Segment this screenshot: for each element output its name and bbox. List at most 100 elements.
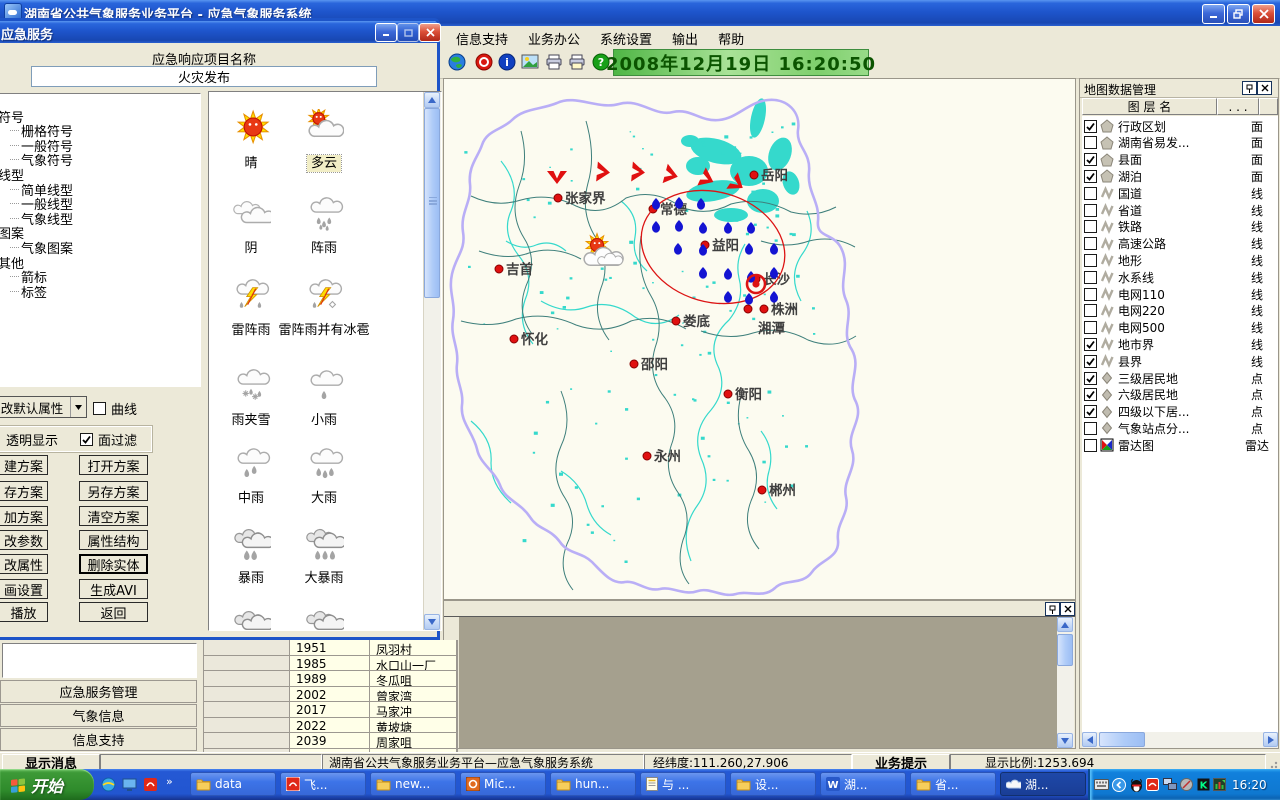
layers-header-dots[interactable]: . . . <box>1217 98 1259 115</box>
layer-row-5[interactable]: 省道线 <box>1082 202 1278 218</box>
dialog-button-right-0[interactable]: 打开方案 <box>79 455 148 475</box>
dialog-button-right-3[interactable]: 属性结构 <box>79 530 148 550</box>
layer-row-14[interactable]: 县界线 <box>1082 353 1278 369</box>
weather-icon-cloud-shower[interactable] <box>304 194 344 232</box>
dialog-button-left-6[interactable]: 播放 <box>0 602 48 622</box>
layer-checkbox[interactable] <box>1084 220 1097 233</box>
dialog-button-left-2[interactable]: 加方案 <box>0 506 48 526</box>
weather-icon-cloud-storm-heavy[interactable] <box>304 606 344 631</box>
symbol-tree[interactable]: 符号栅格符号一般符号气象符号线型简单线型一般线型气象线型图案气象图案其他箭标标签 <box>0 93 201 387</box>
menu-item-1[interactable]: 业务办公 <box>518 26 590 46</box>
placed-weather-icon[interactable] <box>584 234 623 266</box>
task-button-3[interactable]: Mic... <box>460 772 546 796</box>
overflow-chevron-icon[interactable]: » <box>166 775 173 788</box>
weather-item-label[interactable]: 晴 <box>236 155 266 172</box>
rain-symbol[interactable] <box>675 197 683 209</box>
globe-icon[interactable] <box>446 51 468 73</box>
layer-checkbox[interactable] <box>1084 439 1097 452</box>
scroll-up-icon[interactable] <box>424 92 440 108</box>
dialog-close-button[interactable] <box>419 23 441 42</box>
dialog-button-right-5[interactable]: 生成AVI <box>79 579 148 599</box>
scroll-down-icon[interactable] <box>1057 733 1073 748</box>
layer-checkbox[interactable] <box>1084 405 1097 418</box>
rain-symbol[interactable] <box>675 220 683 232</box>
layer-checkbox[interactable] <box>1084 388 1097 401</box>
station-table[interactable]: 1951凤羽村1985水口山一厂1989冬瓜咀2002曾家湾2017马家冲202… <box>203 640 458 752</box>
table-row[interactable]: 1989冬瓜咀 <box>204 671 457 687</box>
layer-row-16[interactable]: 六级居民地点 <box>1082 387 1278 403</box>
map-window[interactable]: 张家界岳阳常德益阳长沙吉首娄底株洲湘潭怀化邵阳衡阳永州郴州 <box>443 78 1076 600</box>
menu-item-3[interactable]: 输出 <box>662 26 708 46</box>
layer-checkbox[interactable] <box>1084 187 1097 200</box>
layer-row-1[interactable]: 湖南省易发...面 <box>1082 135 1278 151</box>
dialog-button-right-2[interactable]: 清空方案 <box>79 506 148 526</box>
fetion-icon[interactable] <box>142 776 159 793</box>
layer-row-2[interactable]: 县面面 <box>1082 152 1278 168</box>
layer-checkbox[interactable] <box>1084 237 1097 250</box>
task-button-8[interactable]: 省... <box>910 772 996 796</box>
task-button-6[interactable]: 设... <box>730 772 816 796</box>
task-button-4[interactable]: hun... <box>550 772 636 796</box>
image-icon[interactable] <box>519 51 541 73</box>
checkbox-box[interactable] <box>93 402 106 415</box>
chart-icon[interactable] <box>1213 778 1226 791</box>
layer-row-8[interactable]: 地形线 <box>1082 252 1278 268</box>
rain-symbol[interactable] <box>652 198 660 210</box>
business-tip-button[interactable]: 业务提示 <box>852 754 950 770</box>
layer-checkbox[interactable] <box>1084 254 1097 267</box>
weather-item-label[interactable]: 大雨 <box>307 490 341 507</box>
layer-row-13[interactable]: 地市界线 <box>1082 336 1278 352</box>
layers-header-extra[interactable] <box>1259 98 1278 115</box>
task-button-0[interactable]: data <box>190 772 276 796</box>
weather-scrollbar[interactable] <box>423 92 441 630</box>
rain-symbol[interactable] <box>652 221 660 233</box>
table-row[interactable]: 2039周家咀 <box>204 733 457 749</box>
ie-icon[interactable] <box>100 776 117 793</box>
mute-icon[interactable] <box>1180 778 1193 791</box>
scroll-up-icon[interactable] <box>1057 617 1073 632</box>
layers-h-scrollbar[interactable] <box>1082 732 1278 748</box>
dialog-button-right-4[interactable]: 删除实体 <box>79 554 148 574</box>
bottom-panel-scrollbar[interactable] <box>1057 617 1074 748</box>
layer-row-11[interactable]: 电网220线 <box>1082 303 1278 319</box>
layer-checkbox[interactable] <box>1084 338 1097 351</box>
layer-row-15[interactable]: 三级居民地点 <box>1082 370 1278 386</box>
weather-icon-sun[interactable] <box>231 109 271 147</box>
dialog-button-left-3[interactable]: 改参数 <box>0 530 48 550</box>
layer-checkbox[interactable] <box>1084 355 1097 368</box>
close-button[interactable] <box>1252 4 1275 24</box>
rain-symbol[interactable] <box>699 267 707 279</box>
map-canvas[interactable]: 张家界岳阳常德益阳长沙吉首娄底株洲湘潭怀化邵阳衡阳永州郴州 <box>444 79 1075 599</box>
close-icon[interactable] <box>1257 81 1272 95</box>
scroll-left-icon[interactable] <box>1082 732 1097 747</box>
table-row[interactable]: 2022黄坡塘 <box>204 718 457 734</box>
layer-checkbox[interactable] <box>1084 422 1097 435</box>
fetion-icon[interactable] <box>1146 778 1159 791</box>
layer-row-18[interactable]: 气象站点分...点 <box>1082 420 1278 436</box>
layers-header-name[interactable]: 图 层 名 <box>1082 98 1217 115</box>
rain-symbol[interactable] <box>724 291 732 303</box>
task-button-2[interactable]: new... <box>370 772 456 796</box>
show-message-button[interactable]: 显示消息 <box>2 754 100 770</box>
layer-checkbox[interactable] <box>1084 170 1097 183</box>
layer-row-9[interactable]: 水系线线 <box>1082 269 1278 285</box>
table-row[interactable]: 1951凤羽村 <box>204 640 457 656</box>
curve-checkbox[interactable]: 曲线 <box>93 399 137 418</box>
task-button-9[interactable]: 湖... <box>1000 772 1086 796</box>
left-panel-button-2[interactable]: 信息支持 <box>0 728 197 751</box>
weather-item-label[interactable]: 大暴雨 <box>301 570 348 587</box>
scroll-thumb[interactable] <box>424 108 440 298</box>
wind-arrow-symbol[interactable] <box>631 162 646 183</box>
table-row[interactable]: 2002曾家湾 <box>204 687 457 703</box>
wind-arrow-symbol[interactable] <box>663 164 681 187</box>
scroll-thumb[interactable] <box>1057 634 1073 666</box>
checkbox-box[interactable] <box>80 433 93 446</box>
layer-checkbox[interactable] <box>1084 204 1097 217</box>
layer-row-17[interactable]: 四级以下居...点 <box>1082 404 1278 420</box>
dialog-button-right-6[interactable]: 返回 <box>79 602 148 622</box>
weather-icon-cloud-storm-heavy[interactable] <box>304 524 344 562</box>
table-row[interactable]: 2017马家冲 <box>204 702 457 718</box>
layer-checkbox[interactable] <box>1084 136 1097 149</box>
dialog-button-left-0[interactable]: 建方案 <box>0 455 48 475</box>
dialog-minimize-button[interactable] <box>375 23 397 42</box>
